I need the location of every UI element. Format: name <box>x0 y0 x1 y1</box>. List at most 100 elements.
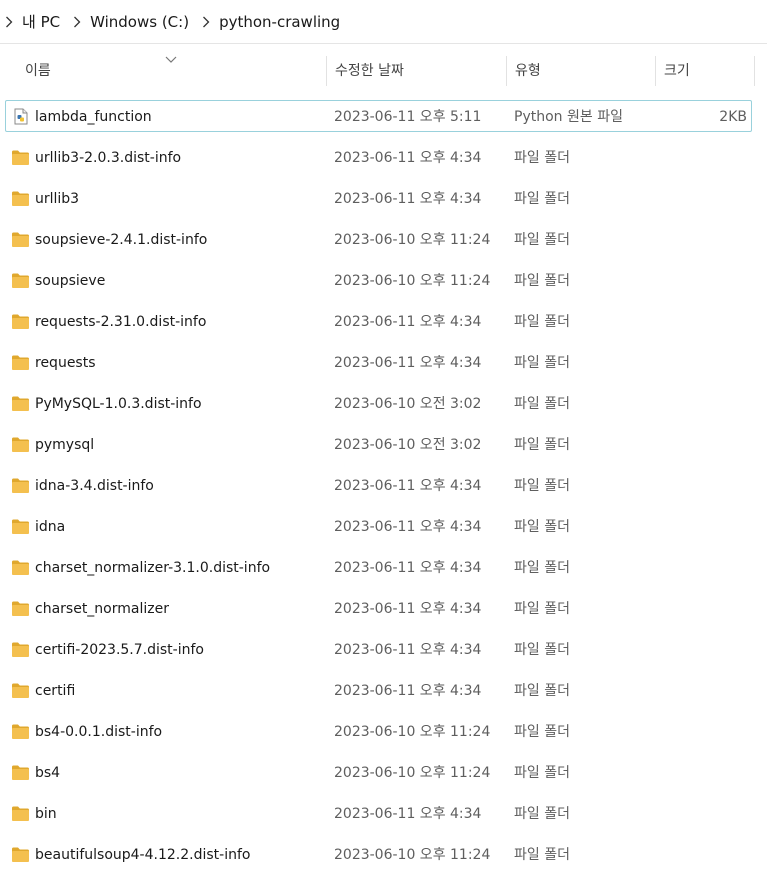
file-date-modified: 2023-06-10 오후 11:24 <box>334 847 491 863</box>
file-row[interactable]: urllib3 2023-06-11 오후 4:34 파일 폴더 <box>0 179 767 220</box>
file-date-modified: 2023-06-11 오후 4:34 <box>334 806 482 822</box>
column-header-row: 이름 수정한 날짜 유형 크기 <box>0 50 767 90</box>
file-row[interactable]: bs4 2023-06-10 오후 11:24 파일 폴더 <box>0 753 767 794</box>
folder-icon <box>11 313 30 330</box>
file-row[interactable]: pymysql 2023-06-10 오전 3:02 파일 폴더 <box>0 425 767 466</box>
file-date-modified: 2023-06-10 오전 3:02 <box>334 396 482 412</box>
folder-icon <box>11 149 30 166</box>
file-date-modified: 2023-06-11 오후 4:34 <box>334 683 482 699</box>
file-name: pymysql <box>35 437 95 453</box>
breadcrumb-item-drive[interactable]: Windows (C:) <box>90 13 189 31</box>
file-name: PyMySQL-1.0.3.dist-info <box>35 396 202 412</box>
file-row[interactable]: idna-3.4.dist-info 2023-06-11 오후 4:34 파일 폴… <box>0 466 767 507</box>
file-date-modified: 2023-06-11 오후 4:34 <box>334 150 482 166</box>
breadcrumb: 내 PC Windows (C:) python-crawling <box>0 0 767 44</box>
breadcrumb-item-this-pc[interactable]: 내 PC <box>22 11 60 32</box>
file-list: lambda_function 2023-06-11 오후 5:11 Python … <box>0 97 767 876</box>
file-date-modified: 2023-06-11 오후 4:34 <box>334 560 482 576</box>
column-header-size[interactable]: 크기 <box>664 60 690 80</box>
file-type: 파일 폴더 <box>514 355 570 371</box>
file-type: 파일 폴더 <box>514 683 570 699</box>
file-date-modified: 2023-06-11 오후 4:34 <box>334 314 482 330</box>
folder-icon <box>11 272 30 289</box>
file-row[interactable]: idna 2023-06-11 오후 4:34 파일 폴더 <box>0 507 767 548</box>
file-name: urllib3 <box>35 191 80 207</box>
file-name: idna-3.4.dist-info <box>35 478 154 494</box>
file-type: 파일 폴더 <box>514 765 570 781</box>
file-type: 파일 폴더 <box>514 478 570 494</box>
file-type: 파일 폴더 <box>514 314 570 330</box>
file-type: 파일 폴더 <box>514 642 570 658</box>
file-row[interactable]: lambda_function 2023-06-11 오후 5:11 Python … <box>0 97 767 138</box>
folder-icon <box>11 395 30 412</box>
column-header-name[interactable]: 이름 <box>25 60 51 80</box>
file-row[interactable]: certifi 2023-06-11 오후 4:34 파일 폴더 <box>0 671 767 712</box>
file-type: 파일 폴더 <box>514 806 570 822</box>
folder-icon <box>11 846 30 863</box>
file-name: idna <box>35 519 66 535</box>
file-type: 파일 폴더 <box>514 560 570 576</box>
chevron-right-icon[interactable] <box>70 15 84 29</box>
file-row[interactable]: PyMySQL-1.0.3.dist-info 2023-06-10 오전 3:0… <box>0 384 767 425</box>
file-type: 파일 폴더 <box>514 847 570 863</box>
file-date-modified: 2023-06-11 오후 4:34 <box>334 191 482 207</box>
file-name: bs4-0.0.1.dist-info <box>35 724 163 740</box>
file-name: soupsieve <box>35 273 106 289</box>
file-row[interactable]: certifi-2023.5.7.dist-info 2023-06-11 오후 … <box>0 630 767 671</box>
file-type: 파일 폴더 <box>514 273 570 289</box>
folder-icon <box>11 682 30 699</box>
file-name: soupsieve-2.4.1.dist-info <box>35 232 208 248</box>
file-type: 파일 폴더 <box>514 519 570 535</box>
folder-icon <box>11 600 30 617</box>
column-divider[interactable] <box>326 56 327 86</box>
column-header-date[interactable]: 수정한 날짜 <box>335 60 404 80</box>
folder-icon <box>11 518 30 535</box>
file-row[interactable]: requests 2023-06-11 오후 4:34 파일 폴더 <box>0 343 767 384</box>
column-divider[interactable] <box>655 56 656 86</box>
file-date-modified: 2023-06-11 오후 4:34 <box>334 601 482 617</box>
file-size: 2KB <box>719 109 747 125</box>
column-divider[interactable] <box>506 56 507 86</box>
file-row[interactable]: requests-2.31.0.dist-info 2023-06-11 오후 4… <box>0 302 767 343</box>
folder-icon <box>11 354 30 371</box>
file-row[interactable]: bin 2023-06-11 오후 4:34 파일 폴더 <box>0 794 767 835</box>
file-type: 파일 폴더 <box>514 396 570 412</box>
file-name: certifi-2023.5.7.dist-info <box>35 642 204 658</box>
folder-icon <box>11 190 30 207</box>
folder-icon <box>11 641 30 658</box>
file-row[interactable]: charset_normalizer-3.1.0.dist-info 2023-0… <box>0 548 767 589</box>
folder-icon <box>11 764 30 781</box>
file-date-modified: 2023-06-11 오후 4:34 <box>334 519 482 535</box>
file-row[interactable]: bs4-0.0.1.dist-info 2023-06-10 오후 11:24 파일… <box>0 712 767 753</box>
file-date-modified: 2023-06-10 오후 11:24 <box>334 232 491 248</box>
file-row[interactable]: charset_normalizer 2023-06-11 오후 4:34 파일 폴… <box>0 589 767 630</box>
file-date-modified: 2023-06-10 오후 11:24 <box>334 724 491 740</box>
file-row[interactable]: soupsieve 2023-06-10 오후 11:24 파일 폴더 <box>0 261 767 302</box>
folder-icon <box>11 559 30 576</box>
folder-icon <box>11 231 30 248</box>
file-date-modified: 2023-06-11 오후 4:34 <box>334 355 482 371</box>
file-type: 파일 폴더 <box>514 150 570 166</box>
file-row[interactable]: soupsieve-2.4.1.dist-info 2023-06-10 오후 1… <box>0 220 767 261</box>
breadcrumb-item-current-folder[interactable]: python-crawling <box>219 13 340 31</box>
file-row[interactable]: urllib3-2.0.3.dist-info 2023-06-11 오후 4:3… <box>0 138 767 179</box>
file-name: beautifulsoup4-4.12.2.dist-info <box>35 847 251 863</box>
file-row[interactable]: beautifulsoup4-4.12.2.dist-info 2023-06-1… <box>0 835 767 876</box>
file-type: Python 원본 파일 <box>514 109 623 125</box>
file-date-modified: 2023-06-10 오후 11:24 <box>334 273 491 289</box>
chevron-right-icon[interactable] <box>2 15 16 29</box>
folder-icon <box>11 805 30 822</box>
file-date-modified: 2023-06-10 오후 11:24 <box>334 765 491 781</box>
column-divider[interactable] <box>754 56 755 86</box>
file-type: 파일 폴더 <box>514 232 570 248</box>
column-header-type[interactable]: 유형 <box>515 60 541 80</box>
chevron-right-icon[interactable] <box>199 15 213 29</box>
folder-icon <box>11 723 30 740</box>
file-name: charset_normalizer-3.1.0.dist-info <box>35 560 271 576</box>
file-name: urllib3-2.0.3.dist-info <box>35 150 182 166</box>
file-name: bs4 <box>35 765 61 781</box>
file-date-modified: 2023-06-11 오후 4:34 <box>334 478 482 494</box>
file-type: 파일 폴더 <box>514 191 570 207</box>
file-name: requests <box>35 355 96 371</box>
file-name: lambda_function <box>35 109 152 125</box>
